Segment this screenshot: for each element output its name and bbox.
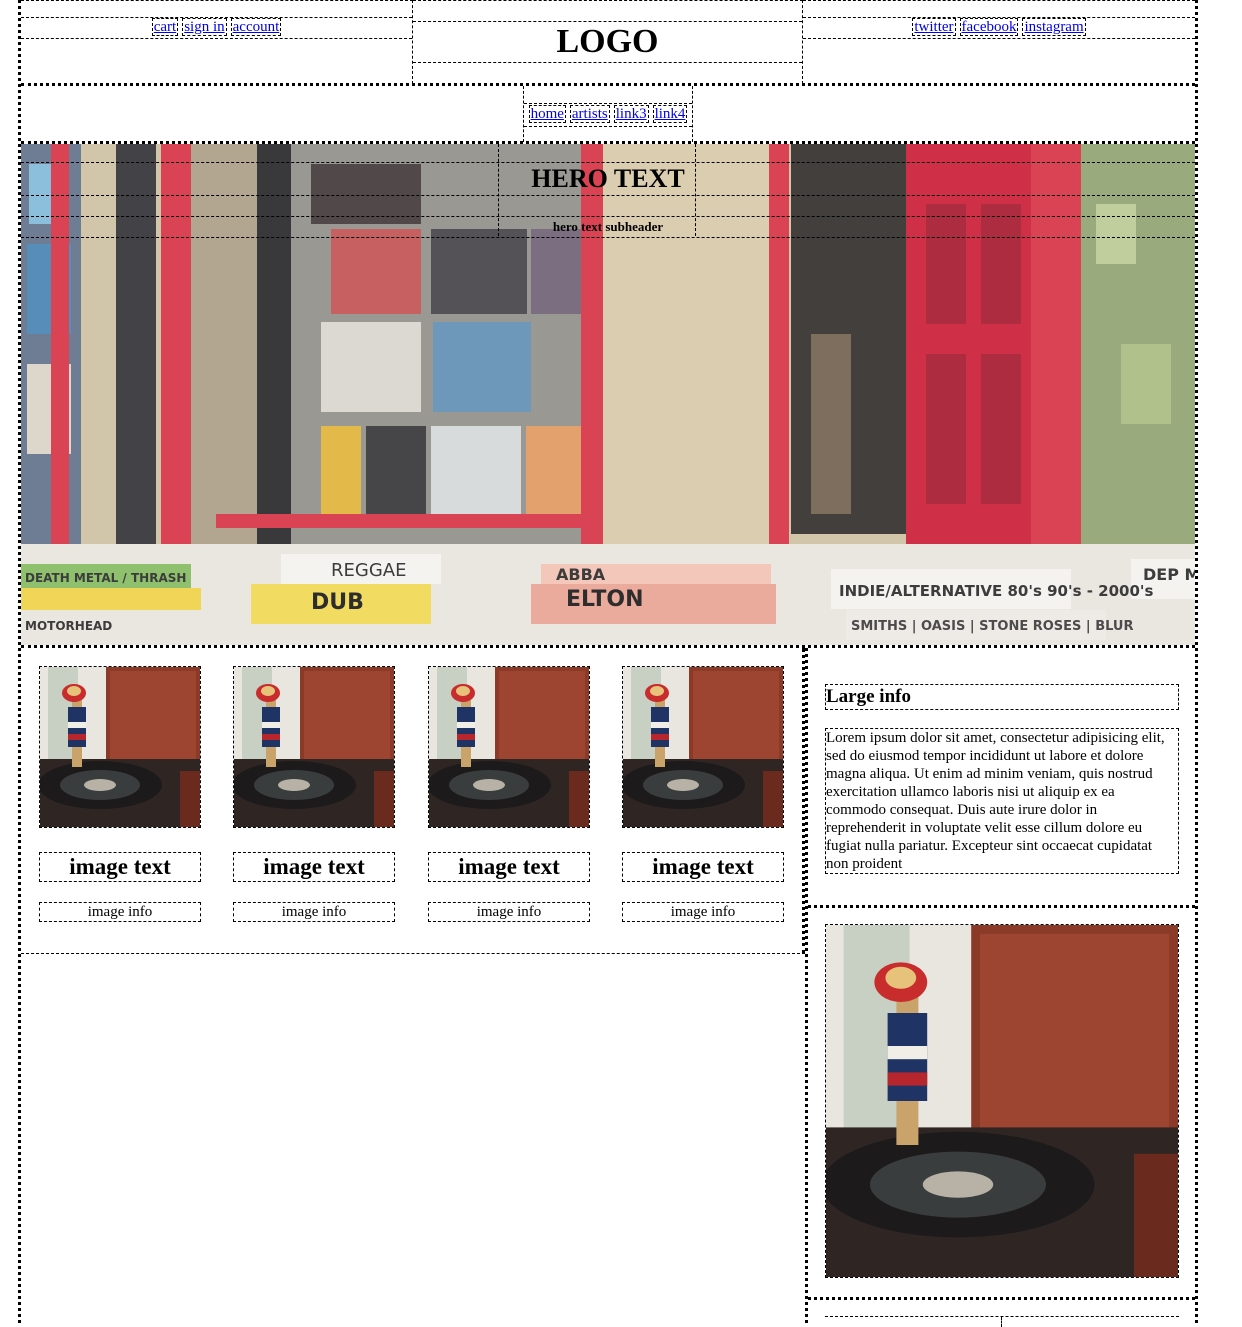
sidebar-bottom-panel <box>825 1316 1179 1327</box>
hero-title: HERO TEXT <box>21 162 1195 196</box>
image-card[interactable]: image text image info <box>428 666 592 922</box>
record-player-image <box>622 666 784 828</box>
main-nav: home artists link3 link4 <box>21 86 1195 144</box>
nav-link4[interactable]: link4 <box>652 105 688 123</box>
logo[interactable]: LOGO <box>413 21 802 63</box>
account-link[interactable]: account <box>230 18 282 36</box>
facebook-link[interactable]: facebook <box>959 18 1019 36</box>
nav-row: home artists link3 link4 <box>524 103 692 127</box>
twitter-link[interactable]: twitter <box>912 18 956 36</box>
image-card[interactable]: image text image info <box>622 666 786 922</box>
image-text: image text <box>233 852 395 882</box>
nav-home[interactable]: home <box>528 105 566 123</box>
record-player-image <box>233 666 395 828</box>
image-info: image info <box>39 902 201 922</box>
sidebar-bottom-divider <box>1001 1317 1002 1327</box>
header-center: LOGO <box>413 0 803 84</box>
image-text: image text <box>622 852 784 882</box>
image-text: image text <box>428 852 590 882</box>
large-info-heading: Large info <box>825 684 1179 710</box>
nav-artists[interactable]: artists <box>569 105 610 123</box>
image-info: image info <box>622 902 784 922</box>
record-player-image <box>428 666 590 828</box>
header-right: twitter facebook instagram <box>803 0 1195 84</box>
image-info: image info <box>428 902 590 922</box>
social-links: twitter facebook instagram <box>803 17 1195 39</box>
info-panel: Large info Lorem ipsum dolor sit amet, c… <box>808 648 1195 908</box>
header-left: cart sign in account <box>21 0 413 84</box>
sign-in-link[interactable]: sign in <box>182 18 227 36</box>
hero-section: REGGAE DUB ABBA ELTON INDIE/ALTERNATIVE … <box>21 144 1195 648</box>
image-card[interactable]: image text image info <box>39 666 203 922</box>
sidebar-image-panel <box>808 908 1195 1300</box>
account-links: cart sign in account <box>21 17 412 39</box>
image-card[interactable]: image text image info <box>233 666 397 922</box>
hero-subtitle: hero text subheader <box>21 216 1195 238</box>
nav-links-container: home artists link3 link4 <box>523 86 693 142</box>
instagram-link[interactable]: instagram <box>1022 18 1086 36</box>
page-wrapper: cart sign in account LOGO twitter facebook i… <box>18 0 1198 1327</box>
site-header: cart sign in account LOGO twitter facebook i… <box>21 0 1195 86</box>
info-paragraph: Lorem ipsum dolor sit amet, consectetur … <box>825 728 1179 874</box>
image-text: image text <box>39 852 201 882</box>
image-grid: image text image info image text image i… <box>21 648 805 954</box>
record-player-image <box>39 666 201 828</box>
nav-link3[interactable]: link3 <box>613 105 649 123</box>
cart-link[interactable]: cart <box>151 18 179 36</box>
sidebar: Large info Lorem ipsum dolor sit amet, c… <box>805 648 1195 1327</box>
record-player-large-image <box>825 924 1179 1278</box>
image-info: image info <box>233 902 395 922</box>
